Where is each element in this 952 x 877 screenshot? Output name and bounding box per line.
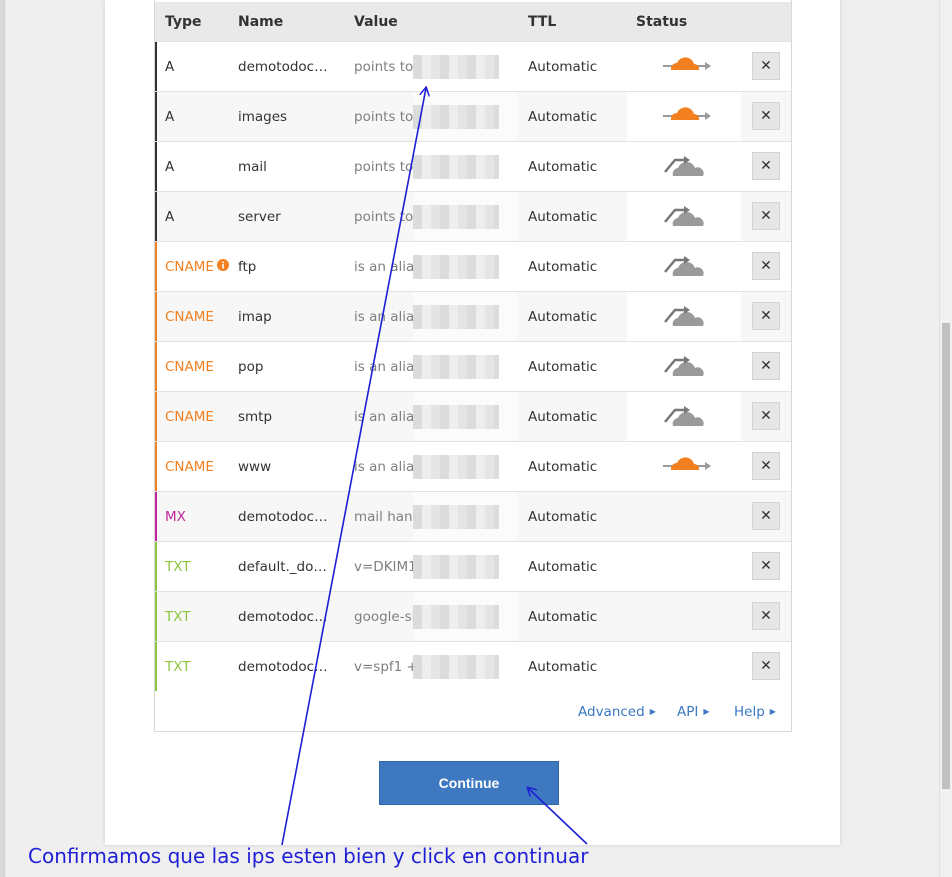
arrow-to-value bbox=[281, 88, 426, 846]
annotation-arrows bbox=[281, 0, 588, 846]
arrow-to-continue bbox=[528, 788, 588, 845]
